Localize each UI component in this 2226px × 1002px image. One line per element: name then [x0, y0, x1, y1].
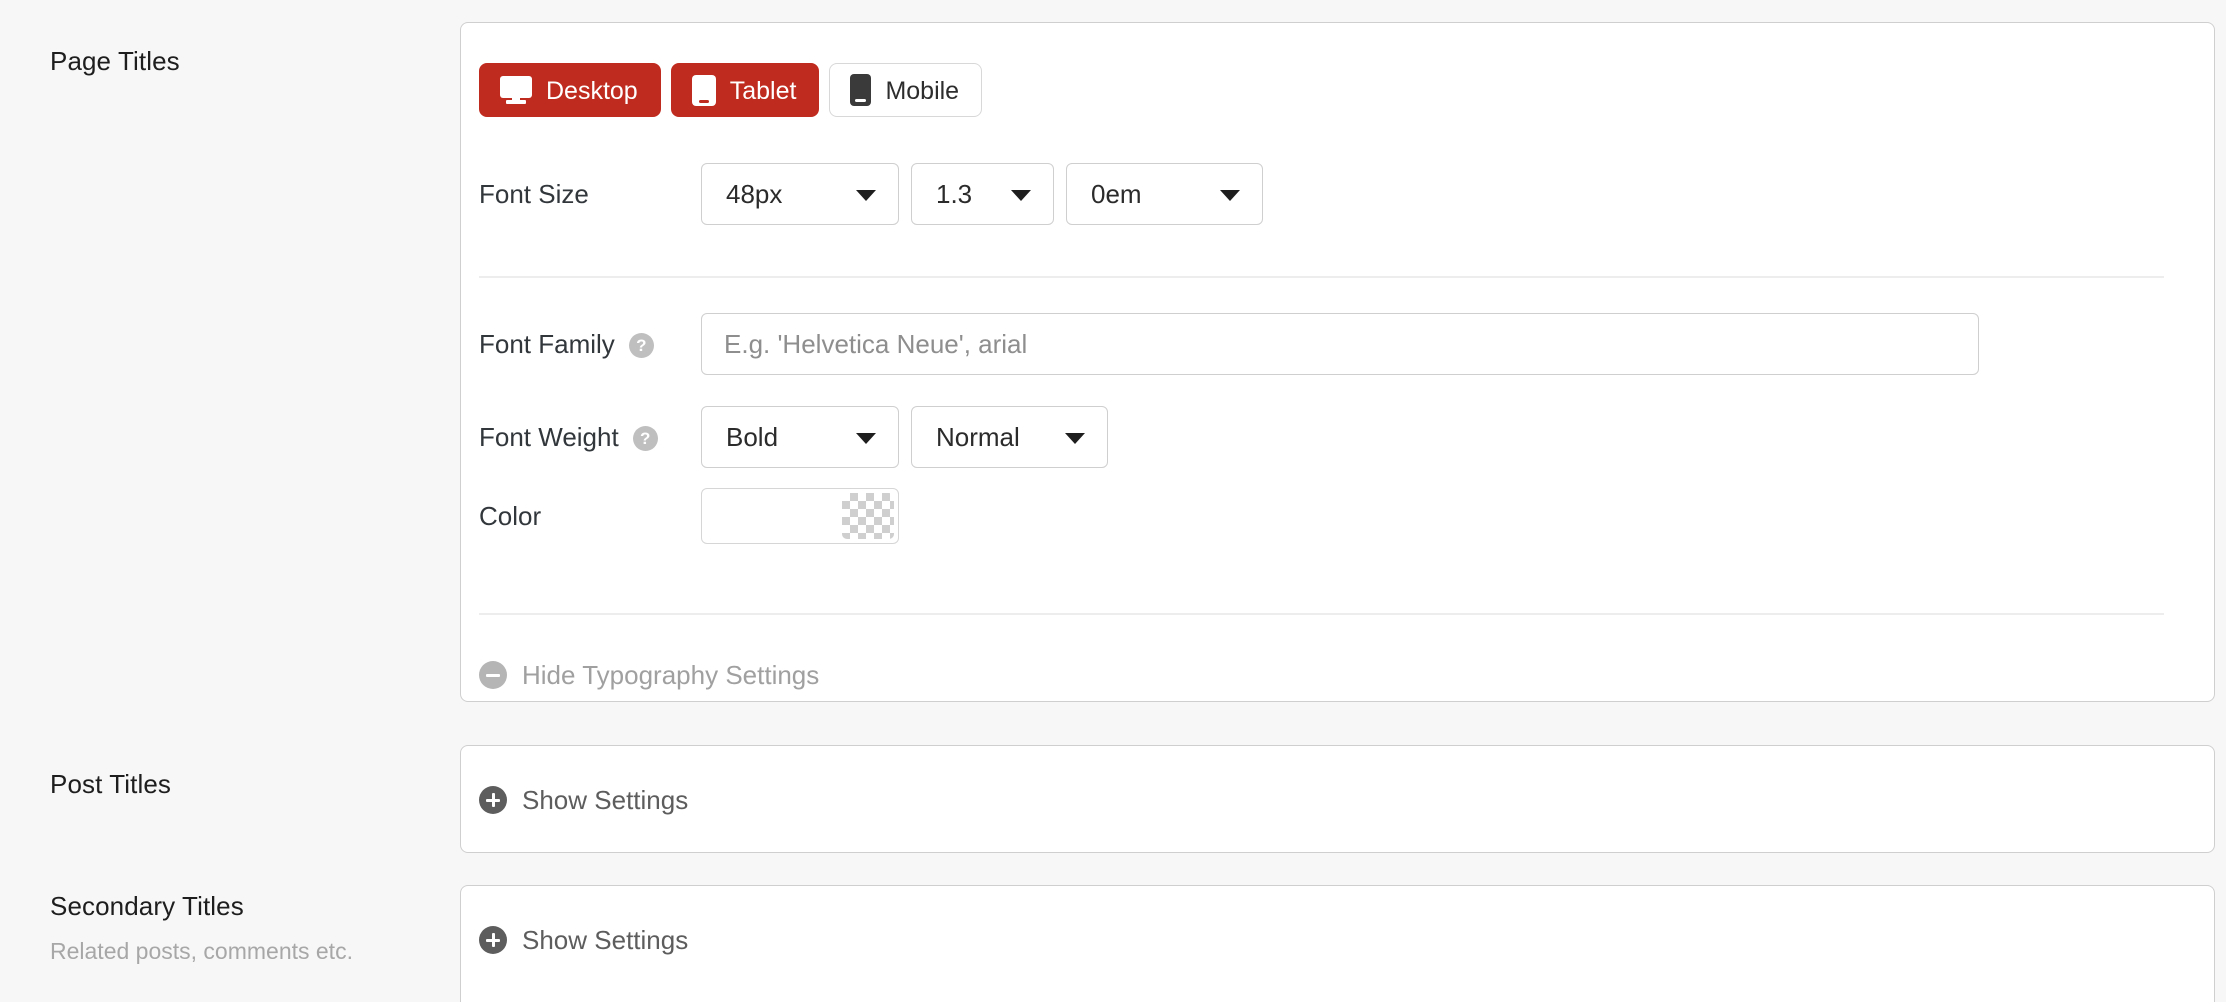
question-mark-icon[interactable]: ?	[632, 425, 658, 451]
font-size-label-group: Font Size	[479, 181, 701, 207]
section-label-post-titles: Post Titles	[50, 768, 410, 800]
circle-plus-icon	[479, 926, 507, 954]
page-titles-settings-panel: Desktop Tablet Mobile Font Size 48px 1.3…	[460, 22, 2215, 702]
settings-page: Page Titles Post Titles Secondary Titles…	[0, 0, 2226, 1002]
device-toggle-group: Desktop Tablet Mobile	[479, 63, 983, 117]
font-weight-label: Font Weight	[479, 422, 619, 452]
section-label-page-titles: Page Titles	[50, 45, 410, 77]
chevron-down-icon	[856, 190, 876, 201]
font-size-label: Font Size	[479, 179, 589, 209]
chevron-down-icon	[856, 433, 876, 444]
post-titles-show-settings-link[interactable]: Show Settings	[479, 786, 688, 814]
font-size-select[interactable]: 48px	[701, 163, 899, 225]
divider	[479, 613, 2164, 615]
hide-typography-settings-link[interactable]: Hide Typography Settings	[479, 661, 819, 689]
color-swatch-transparent[interactable]	[842, 493, 894, 539]
device-toggle-tablet[interactable]: Tablet	[670, 63, 820, 117]
font-family-row: Font Family ?	[479, 313, 1979, 375]
section-label-secondary-titles: Secondary Titles Related posts, comments…	[50, 890, 410, 966]
color-picker-field[interactable]	[701, 488, 899, 544]
font-size-row: Font Size 48px 1.3 0em	[479, 163, 1275, 225]
device-toggle-mobile-label: Mobile	[885, 76, 960, 105]
tablet-icon	[691, 74, 716, 106]
font-family-input[interactable]	[701, 313, 1979, 375]
color-label-group: Color	[479, 503, 701, 529]
hide-typography-settings-label: Hide Typography Settings	[522, 660, 820, 690]
post-titles-show-settings-label: Show Settings	[522, 785, 689, 815]
font-family-label: Font Family	[479, 329, 615, 359]
chevron-down-icon	[1220, 190, 1240, 201]
color-label: Color	[479, 501, 542, 531]
section-title: Post Titles	[50, 769, 172, 799]
secondary-titles-show-settings-label: Show Settings	[522, 925, 689, 955]
secondary-titles-show-settings-link[interactable]: Show Settings	[479, 926, 688, 954]
device-toggle-mobile[interactable]: Mobile	[829, 63, 983, 117]
font-style-select[interactable]: Normal	[911, 406, 1108, 468]
font-weight-row: Font Weight ? Bold Normal	[479, 406, 1120, 468]
secondary-titles-settings-panel: Show Settings	[460, 885, 2215, 1002]
desktop-icon	[500, 76, 532, 104]
letter-spacing-select-value: 0em	[1091, 178, 1142, 209]
line-height-select[interactable]: 1.3	[911, 163, 1054, 225]
device-toggle-desktop[interactable]: Desktop	[479, 63, 661, 117]
color-row: Color	[479, 488, 899, 544]
letter-spacing-select[interactable]: 0em	[1066, 163, 1263, 225]
circle-minus-icon	[479, 661, 507, 689]
font-size-select-value: 48px	[726, 178, 783, 209]
font-style-select-value: Normal	[936, 421, 1020, 452]
chevron-down-icon	[1011, 190, 1031, 201]
device-toggle-desktop-label: Desktop	[546, 76, 638, 105]
section-label-column: Page Titles Post Titles Secondary Titles…	[0, 0, 430, 1002]
section-title: Page Titles	[50, 46, 180, 76]
section-subtitle: Related posts, comments etc.	[50, 938, 353, 964]
post-titles-settings-panel: Show Settings	[460, 745, 2215, 853]
font-weight-select[interactable]: Bold	[701, 406, 899, 468]
font-weight-label-group: Font Weight ?	[479, 422, 701, 452]
section-title: Secondary Titles	[50, 891, 244, 921]
line-height-select-value: 1.3	[936, 178, 973, 209]
font-weight-select-value: Bold	[726, 421, 779, 452]
chevron-down-icon	[1065, 433, 1085, 444]
font-family-label-group: Font Family ?	[479, 329, 701, 359]
question-mark-icon[interactable]: ?	[628, 332, 654, 358]
device-toggle-tablet-label: Tablet	[729, 76, 797, 105]
divider	[479, 276, 2164, 278]
mobile-icon	[850, 74, 872, 106]
circle-plus-icon	[479, 786, 507, 814]
